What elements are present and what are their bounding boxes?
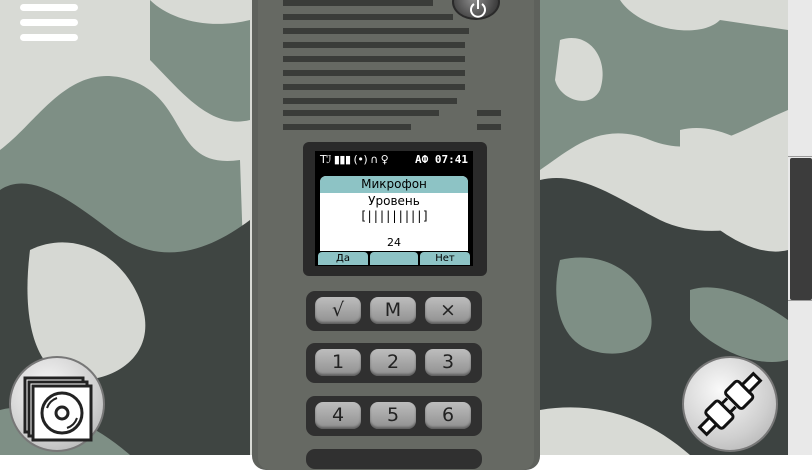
status-right: АФ 07:41 (415, 151, 468, 169)
plug-connect-icon (697, 371, 763, 437)
keypad-row-2: 1 2 3 (306, 343, 482, 383)
level-bar: [|||||||||] (359, 209, 429, 223)
clock: 07:41 (434, 153, 468, 166)
setting-label: Уровень (368, 194, 420, 208)
disc-button[interactable] (9, 356, 105, 452)
key-5[interactable]: 5 (370, 402, 416, 429)
menu-button[interactable] (20, 4, 80, 44)
softkey-middle[interactable] (370, 252, 418, 265)
status-icons: Tℐ ▮▮▮ (•) ∩ ♀ (320, 153, 389, 166)
softkey-yes[interactable]: Да (318, 252, 368, 265)
screen-title: Микрофон (320, 176, 468, 193)
key-2[interactable]: 2 (370, 349, 416, 376)
mode-label: АФ (415, 153, 429, 166)
softkey-no[interactable]: Нет (420, 252, 470, 265)
level-value: 24 (387, 236, 401, 249)
status-bar: Tℐ ▮▮▮ (•) ∩ ♀ АФ 07:41 (315, 151, 473, 169)
disc-stack-icon (23, 376, 93, 442)
power-icon (470, 0, 486, 18)
cancel-key[interactable]: × (425, 297, 471, 324)
connect-button[interactable] (682, 356, 778, 452)
key-6[interactable]: 6 (425, 402, 471, 429)
keypad-row-1: √ M × (306, 291, 482, 331)
keypad-row-3: 4 5 6 (306, 396, 482, 436)
confirm-key[interactable]: √ (315, 297, 361, 324)
key-3[interactable]: 3 (425, 349, 471, 376)
scrollbar-thumb[interactable] (790, 158, 812, 300)
keypad-row-4 (306, 449, 482, 469)
lcd-display: Tℐ ▮▮▮ (•) ∩ ♀ АФ 07:41 Микрофон Уровень… (315, 151, 473, 266)
scrollbar-divider (788, 156, 812, 157)
key-4[interactable]: 4 (315, 402, 361, 429)
menu-content: Микрофон Уровень [|||||||||] 24 (320, 176, 468, 251)
key-1[interactable]: 1 (315, 349, 361, 376)
scrollbar-divider (788, 300, 812, 301)
menu-key[interactable]: M (370, 297, 416, 324)
